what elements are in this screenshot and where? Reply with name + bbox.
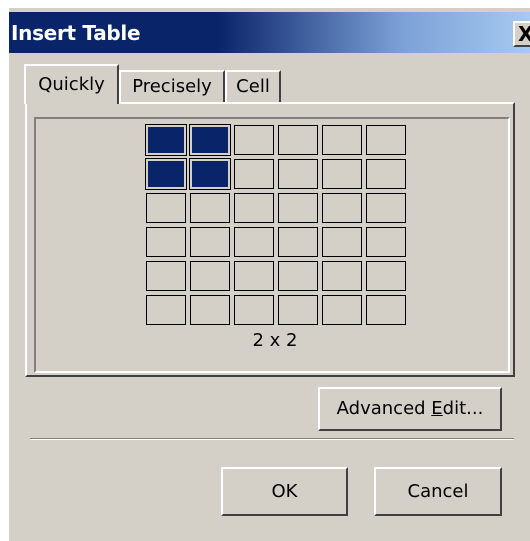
grid-cell[interactable] [189,124,231,156]
grid-cell[interactable] [190,261,230,291]
grid-cell[interactable] [189,158,231,190]
grid-cell[interactable] [278,261,318,291]
grid-cell[interactable] [366,227,406,257]
grid-cell[interactable] [146,227,186,257]
tab-cell[interactable]: Cell [225,70,281,102]
tab-precisely[interactable]: Precisely [119,70,225,102]
ok-button[interactable]: OK [221,467,348,516]
close-button[interactable]: X [513,21,530,47]
grid-cell[interactable] [234,261,274,291]
advanced-edit-label-suffix: dit... [442,398,484,419]
grid-cell[interactable] [322,295,362,325]
grid-cell[interactable] [322,193,362,223]
cancel-button[interactable]: Cancel [374,467,502,516]
grid-cell[interactable] [322,261,362,291]
grid-cell[interactable] [234,295,274,325]
grid-cell[interactable] [278,159,318,189]
grid-cell[interactable] [146,295,186,325]
tab-quickly[interactable]: Quickly [24,64,119,104]
advanced-edit-label-prefix: Advanced [336,398,432,419]
advanced-edit-button[interactable]: Advanced Edit... [318,387,502,431]
grid-cell[interactable] [146,261,186,291]
grid-cell[interactable] [366,125,406,155]
grid-cell[interactable] [234,159,274,189]
grid-cell[interactable] [366,193,406,223]
grid-cell[interactable] [190,193,230,223]
grid-cell[interactable] [278,227,318,257]
close-icon: X [518,22,530,46]
grid-cell[interactable] [366,295,406,325]
grid-cell[interactable] [146,193,186,223]
grid-cell[interactable] [278,295,318,325]
title-bar[interactable]: Insert Table X [9,12,530,53]
grid-cell[interactable] [366,261,406,291]
grid-cell[interactable] [145,158,187,190]
grid-cell[interactable] [145,124,187,156]
grid-cell[interactable] [190,295,230,325]
grid-cell[interactable] [278,193,318,223]
grid-cell[interactable] [234,193,274,223]
table-size-label: 2 x 2 [252,330,298,351]
advanced-edit-accelerator: E [431,398,443,419]
dialog-separator [30,438,514,440]
window-title: Insert Table [11,21,141,45]
grid-cell[interactable] [322,159,362,189]
grid-cell[interactable] [190,227,230,257]
grid-cell[interactable] [234,125,274,155]
grid-cell[interactable] [322,227,362,257]
grid-cell[interactable] [234,227,274,257]
grid-cell[interactable] [278,125,318,155]
grid-cell[interactable] [366,159,406,189]
grid-cell[interactable] [322,125,362,155]
